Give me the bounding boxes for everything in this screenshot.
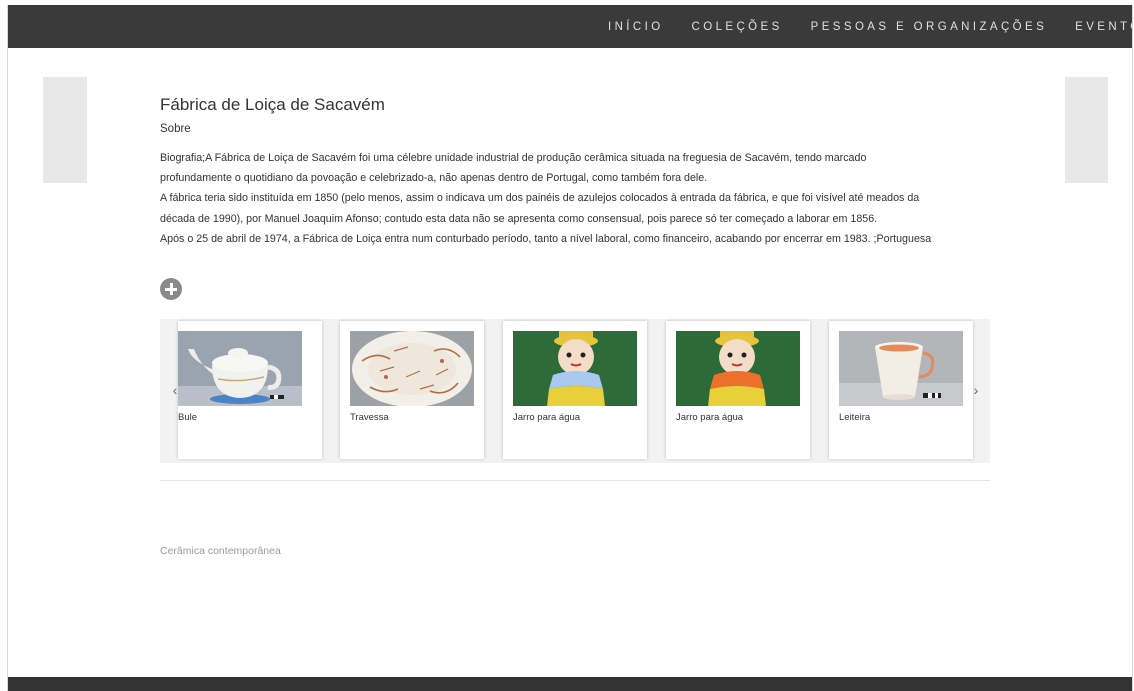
carousel-card[interactable]: Jarro para água	[503, 321, 647, 459]
platter-image	[350, 331, 474, 406]
biography-line: Biografia;A Fábrica de Loiça de Sacavém …	[160, 152, 867, 164]
left-side-panel	[43, 77, 87, 183]
nav-item-eventos[interactable]: EVENTO	[1075, 21, 1132, 33]
nav-item-pessoas-organizacoes[interactable]: PESSOAS E ORGANIZAÇÕES	[811, 21, 1047, 33]
nav-item-colecoes[interactable]: COLEÇÕES	[692, 21, 783, 33]
jug-figure-orange-image	[676, 331, 800, 406]
jug-figure-blue-image	[513, 331, 637, 406]
section-divider	[160, 480, 990, 481]
biography-line: Após o 25 de abril de 1974, a Fábrica de…	[160, 232, 932, 245]
carousel-card[interactable]: Leiteira	[829, 321, 973, 459]
card-label: Leiteira	[839, 412, 871, 423]
page-footer	[8, 677, 1132, 691]
biography-line: A fábrica teria sido instituída em 1850 …	[160, 192, 920, 205]
card-label: Jarro para água	[676, 412, 744, 423]
biography-line: década de 1990), por Manuel Joaquim Afon…	[160, 212, 878, 225]
biography-line: profundamente o quotidiano da povoação e…	[160, 172, 708, 185]
object-carousel: ‹ › Bule Travessa Jarro para água Jarro …	[160, 319, 990, 463]
card-label: Bule	[178, 412, 198, 423]
card-label: Travessa	[350, 412, 389, 423]
collection-tag-link[interactable]: Cerâmica contemporânea	[160, 545, 281, 557]
top-navigation-bar: INÍCIO COLEÇÕES PESSOAS E ORGANIZAÇÕES E…	[8, 5, 1132, 48]
nav-item-inicio[interactable]: INÍCIO	[608, 21, 664, 33]
plus-circle-icon[interactable]	[160, 278, 182, 300]
main-nav: INÍCIO COLEÇÕES PESSOAS E ORGANIZAÇÕES E…	[608, 5, 1132, 48]
right-side-panel	[1065, 77, 1108, 183]
browser-frame: INÍCIO COLEÇÕES PESSOAS E ORGANIZAÇÕES E…	[7, 5, 1133, 691]
card-label: Jarro para água	[513, 412, 581, 423]
carousel-card[interactable]: Jarro para água	[666, 321, 810, 459]
biography-text: Biografia;A Fábrica de Loiça de Sacavém …	[160, 148, 1000, 249]
carousel-card[interactable]: Travessa	[340, 321, 484, 459]
section-subtitle: Sobre	[160, 123, 191, 135]
carousel-card[interactable]: Bule	[178, 321, 322, 459]
teapot-image	[178, 331, 302, 406]
milk-jug-image	[839, 331, 963, 406]
page-title: Fábrica de Loiça de Sacavém	[160, 95, 385, 114]
